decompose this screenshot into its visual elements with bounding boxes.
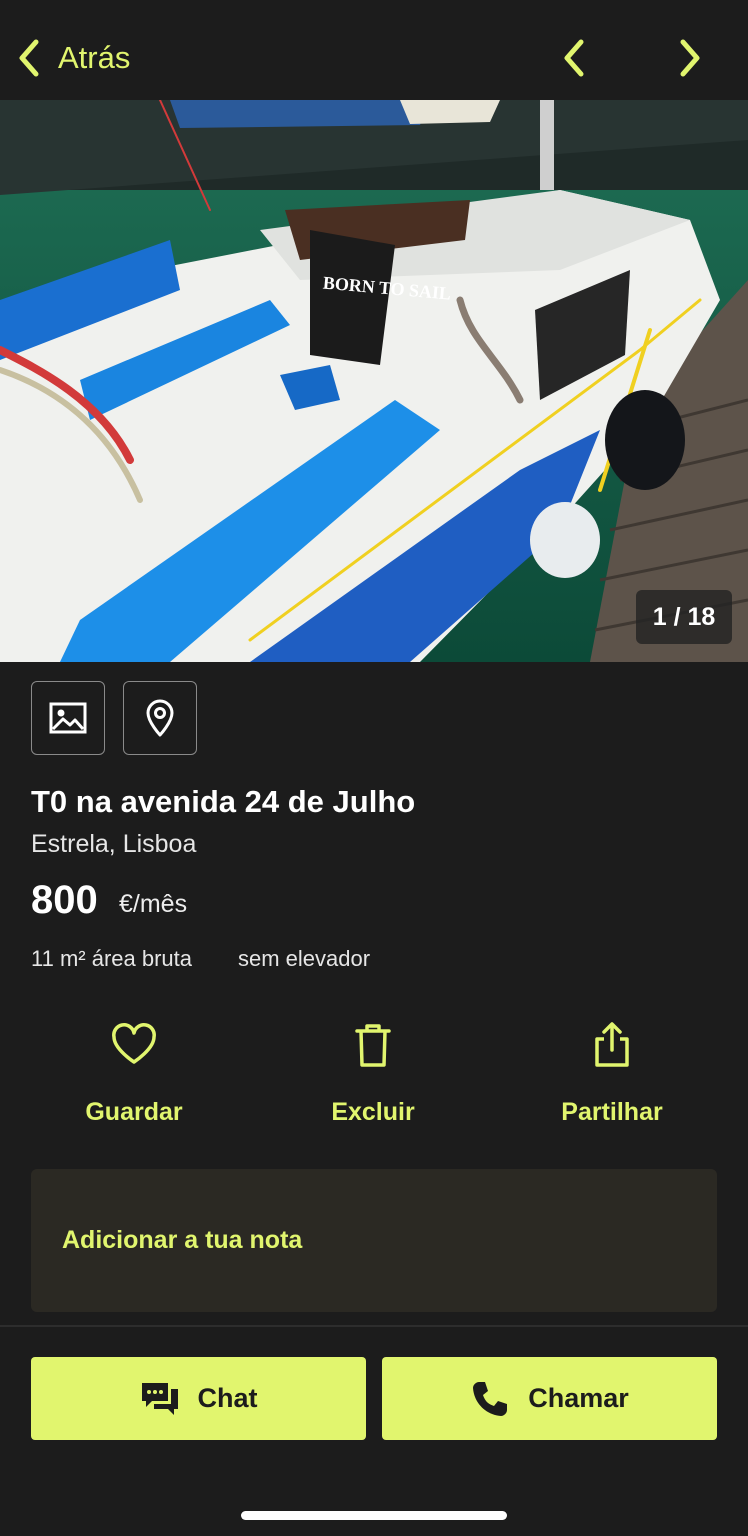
delete-button[interactable]: Excluir xyxy=(283,1020,463,1140)
chevron-right-icon xyxy=(680,39,700,77)
previous-listing-button[interactable] xyxy=(552,36,596,80)
image-icon xyxy=(49,702,87,734)
divider xyxy=(0,1325,748,1327)
photos-tab-button[interactable] xyxy=(31,681,105,755)
call-button[interactable]: Chamar xyxy=(382,1357,717,1440)
heart-icon xyxy=(112,1023,156,1064)
delete-label: Excluir xyxy=(331,1098,415,1126)
call-label: Chamar xyxy=(528,1383,629,1413)
save-button[interactable]: Guardar xyxy=(44,1020,224,1140)
map-pin-icon xyxy=(146,699,174,737)
back-button[interactable]: Atrás xyxy=(14,36,130,80)
share-label: Partilhar xyxy=(561,1098,663,1126)
feature-area: 11 m² área bruta xyxy=(31,946,193,971)
boat-photo: BORN TO SAIL xyxy=(0,100,748,662)
chat-icon xyxy=(141,1382,178,1415)
chevron-left-icon xyxy=(564,39,584,77)
listing-title: T0 na avenida 24 de Julho xyxy=(31,784,416,819)
add-note-label: Adicionar a tua nota xyxy=(62,1226,303,1254)
home-indicator xyxy=(241,1511,507,1520)
trash-icon xyxy=(355,1024,391,1067)
listing-price: 800 xyxy=(31,878,98,922)
chat-button[interactable]: Chat xyxy=(31,1357,366,1440)
listing-location: Estrela, Lisboa xyxy=(31,830,197,858)
chat-label: Chat xyxy=(197,1383,258,1413)
chevron-left-icon xyxy=(19,39,39,77)
listing-photo[interactable]: BORN TO SAIL 1 / 18 xyxy=(0,100,748,662)
back-label: Atrás xyxy=(58,40,131,75)
photo-counter: 1 / 18 xyxy=(636,590,732,644)
next-listing-button[interactable] xyxy=(668,36,712,80)
phone-icon xyxy=(473,1381,508,1416)
top-bar: Atrás xyxy=(0,0,748,100)
share-button[interactable]: Partilhar xyxy=(522,1020,702,1140)
map-tab-button[interactable] xyxy=(123,681,197,755)
share-icon xyxy=(595,1022,629,1067)
add-note-button[interactable]: Adicionar a tua nota xyxy=(31,1169,717,1312)
save-label: Guardar xyxy=(85,1098,183,1126)
price-unit: €/mês xyxy=(119,890,188,918)
feature-elevator: sem elevador xyxy=(238,946,371,971)
